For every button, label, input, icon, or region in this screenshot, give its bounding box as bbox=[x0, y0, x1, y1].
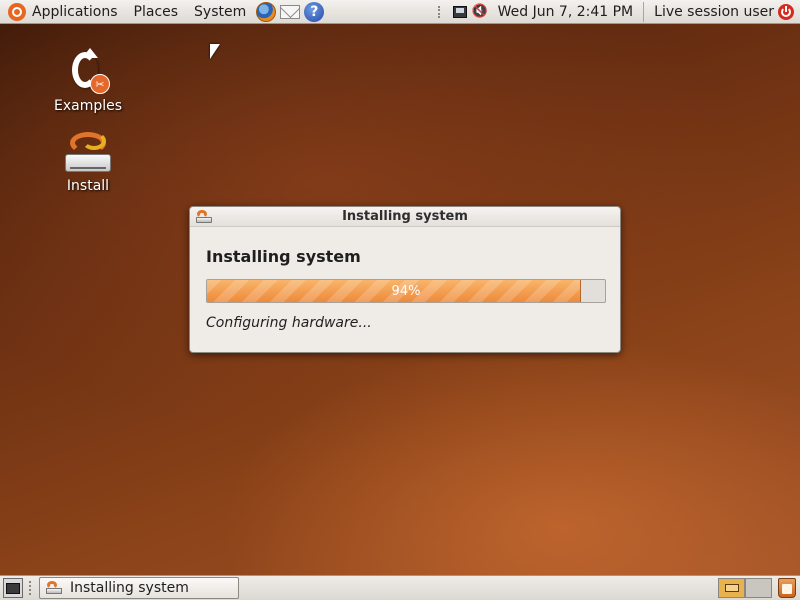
install-swirl-accent bbox=[82, 132, 106, 150]
applications-menu[interactable]: Applications bbox=[0, 0, 126, 24]
clock[interactable]: Wed Jun 7, 2:41 PM bbox=[490, 4, 642, 20]
workspace-switcher bbox=[718, 578, 772, 598]
installer-icon bbox=[46, 581, 62, 595]
volume-indicator[interactable]: 🔇 bbox=[471, 0, 489, 24]
install-drive bbox=[65, 154, 111, 172]
taskbar-item-label: Installing system bbox=[70, 580, 189, 596]
install-status: Configuring hardware... bbox=[206, 315, 372, 331]
dialog-titlebar[interactable]: Installing system bbox=[190, 207, 620, 227]
progress-label: 94% bbox=[391, 283, 421, 299]
workspace-2[interactable] bbox=[745, 578, 772, 598]
installing-dialog: Installing system Installing system 94% … bbox=[189, 206, 621, 353]
trash-icon[interactable] bbox=[778, 578, 796, 598]
examples-badge: ✂ bbox=[90, 74, 110, 94]
installer-icon bbox=[196, 210, 212, 224]
firefox-launcher[interactable] bbox=[254, 0, 278, 24]
workspace-1[interactable] bbox=[718, 578, 745, 598]
examples-arrow bbox=[82, 48, 98, 58]
dialog-title: Installing system bbox=[342, 209, 468, 224]
panel-separator bbox=[643, 1, 645, 22]
mail-launcher[interactable] bbox=[278, 0, 302, 24]
desktop-icon-install[interactable]: Install bbox=[48, 128, 128, 194]
ubuntu-logo-icon bbox=[8, 2, 26, 21]
system-menu-label: System bbox=[194, 3, 247, 20]
volume-muted-icon: 🔇 bbox=[471, 4, 488, 19]
system-menu[interactable]: System bbox=[186, 0, 254, 24]
session-user[interactable]: Live session user bbox=[646, 4, 778, 20]
help-icon: ? bbox=[304, 1, 325, 22]
desktop-icon-examples[interactable]: ✂ Examples bbox=[48, 48, 128, 114]
mail-icon bbox=[280, 4, 301, 19]
network-icon bbox=[452, 5, 467, 18]
install-icon bbox=[64, 128, 112, 176]
desktop-icon-label: Install bbox=[66, 178, 110, 194]
help-launcher[interactable]: ? bbox=[302, 0, 326, 24]
dialog-heading: Installing system bbox=[206, 247, 361, 266]
bottom-panel: Installing system bbox=[0, 575, 800, 600]
examples-icon: ✂ bbox=[64, 48, 112, 96]
install-progress-bar: 94% bbox=[206, 279, 606, 303]
handle-dots-icon bbox=[437, 5, 442, 18]
top-panel: Applications Places System ? 🔇 Wed Jun 7… bbox=[0, 0, 800, 24]
power-icon[interactable] bbox=[778, 3, 794, 20]
show-desktop-button[interactable] bbox=[3, 578, 23, 598]
tray-handle[interactable] bbox=[431, 0, 449, 24]
mouse-cursor-icon bbox=[210, 44, 220, 59]
handle-dots-icon[interactable] bbox=[29, 581, 33, 595]
network-indicator[interactable] bbox=[451, 0, 469, 24]
applications-menu-label: Applications bbox=[32, 3, 118, 20]
firefox-icon bbox=[256, 1, 277, 22]
places-menu-label: Places bbox=[133, 3, 179, 20]
desktop-icon-label: Examples bbox=[53, 98, 123, 114]
places-menu[interactable]: Places bbox=[126, 0, 187, 24]
taskbar-item-installing-system[interactable]: Installing system bbox=[39, 577, 239, 599]
